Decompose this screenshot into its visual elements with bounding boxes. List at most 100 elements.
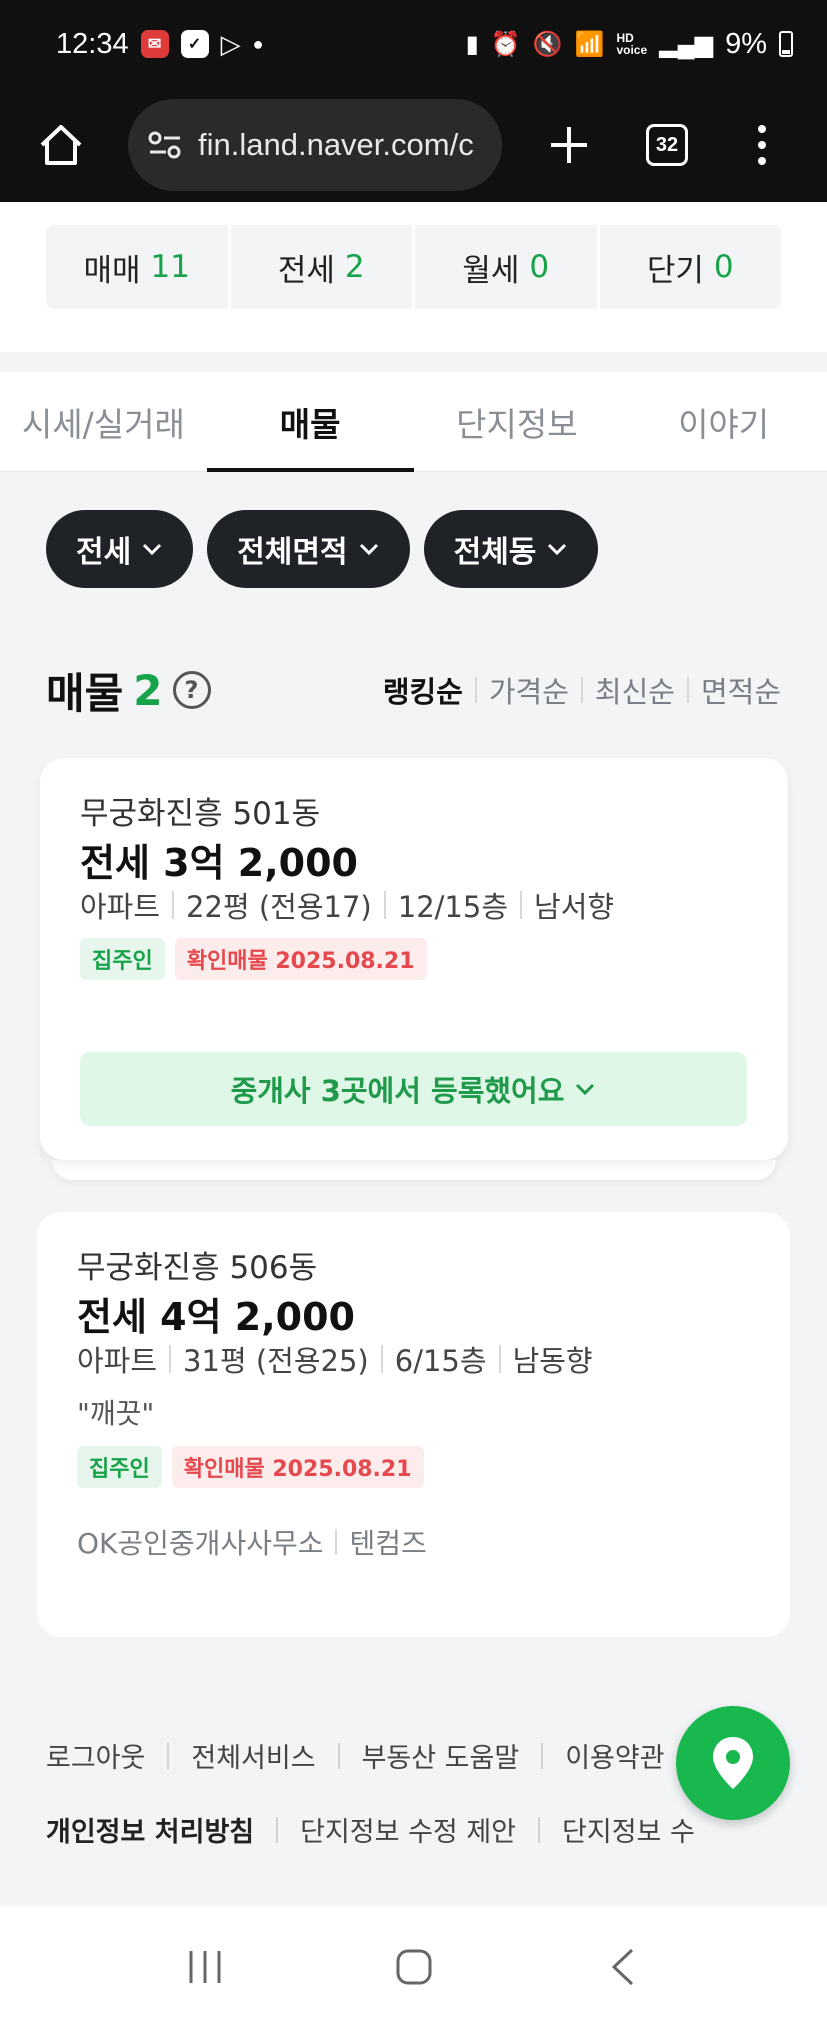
new-tab-button[interactable]: [540, 116, 598, 174]
agent-name: 텐컴즈: [349, 1527, 427, 1560]
tab-switcher-button[interactable]: 32: [646, 124, 688, 166]
deal-type-count-box: 매매 11 전세 2 월세 0 단기 0: [46, 225, 781, 309]
verified-badge: 확인매물 2025.08.21: [171, 1446, 424, 1488]
divider: [498, 1345, 501, 1373]
battery-percent: 9%: [725, 27, 767, 60]
signal-icon: ▂▄▆: [659, 30, 714, 58]
menu-dot: [758, 157, 766, 165]
divider: [167, 1742, 170, 1769]
count-value: 11: [150, 249, 190, 285]
count-value: 0: [529, 249, 550, 285]
filter-area[interactable]: 전체면적: [207, 510, 410, 588]
sort-area[interactable]: 면적순: [701, 669, 781, 711]
agents-button-label: 중개사 3곳에서 등록했어요: [230, 1074, 565, 1108]
sort-options: 랭킹순 가격순 최신순 면적순: [383, 669, 781, 711]
count-label: 월세: [462, 252, 520, 289]
footer-help[interactable]: 부동산 도움말: [362, 1736, 520, 1775]
footer-links-row2: 개인정보 처리방침 단지정보 수정 제안 단지정보 수: [46, 1810, 695, 1849]
listing-header: 매물 2 ? 랭킹순 가격순 최신순 면적순: [46, 660, 781, 720]
divider: [276, 1816, 279, 1843]
footer-complex-info[interactable]: 단지정보 수: [562, 1810, 695, 1849]
divider: [383, 891, 386, 919]
divider: [335, 1529, 338, 1555]
footer-suggest-edit[interactable]: 단지정보 수정 제안: [300, 1810, 516, 1849]
listing-count: 2: [133, 665, 163, 715]
listing-card[interactable]: 무궁화진흥 501동 전세 3억 2,000 아파트 22평 (전용17) 12…: [40, 758, 788, 1160]
agents-expand-button[interactable]: 중개사 3곳에서 등록했어요: [80, 1052, 747, 1126]
app-notification-icon: ✉: [140, 30, 169, 58]
browser-toolbar: fin.land.naver.com/c 32: [0, 88, 827, 202]
sort-ranking[interactable]: 랭킹순: [383, 669, 463, 711]
more-notifications-dot-icon: ●: [252, 33, 264, 54]
play-store-icon: ▷: [220, 28, 241, 59]
meta-floor: 6/15층: [394, 1344, 487, 1378]
tab-complex-info[interactable]: 단지정보: [414, 372, 621, 472]
count-label: 단기: [646, 252, 704, 289]
count-monthly-rent[interactable]: 월세 0: [415, 225, 600, 309]
map-location-button[interactable]: [676, 1706, 790, 1820]
count-value: 0: [713, 249, 734, 285]
divider: [580, 677, 583, 703]
footer-all-services[interactable]: 전체서비스: [191, 1736, 315, 1775]
home-icon: [40, 125, 82, 165]
listing-card[interactable]: 무궁화진흥 506동 전세 4억 2,000 아파트 31평 (전용25) 6/…: [37, 1212, 790, 1637]
listing-note: "깨끗": [77, 1397, 155, 1430]
divider: [474, 677, 477, 703]
recent-apps-button[interactable]: [175, 1937, 235, 1997]
agent-name: OK공인중개사사무소: [77, 1527, 324, 1560]
tab-stories[interactable]: 이야기: [620, 372, 827, 472]
filter-label: 전체면적: [237, 535, 348, 570]
plus-icon: [551, 127, 587, 163]
meta-type: 아파트: [80, 890, 161, 924]
divider: [172, 891, 175, 919]
url-text: fin.land.naver.com/c: [198, 127, 474, 162]
sort-price[interactable]: 가격순: [489, 669, 569, 711]
count-sale[interactable]: 매매 11: [46, 225, 231, 309]
footer-terms[interactable]: 이용약관: [565, 1736, 664, 1775]
address-bar[interactable]: fin.land.naver.com/c: [128, 99, 502, 191]
divider: [686, 677, 689, 703]
filter-chips: 전세 전체면적 전체동: [46, 510, 599, 588]
meta-area: 31평 (전용25): [183, 1344, 369, 1378]
count-label: 전세: [277, 252, 335, 289]
listing-title-text: 매물: [46, 668, 124, 718]
count-jeonse[interactable]: 전세 2: [231, 225, 415, 309]
count-value: 2: [344, 249, 365, 285]
listing-building: 무궁화진흥 506동: [77, 1250, 318, 1286]
count-label: 매매: [83, 252, 141, 289]
listing-building: 무궁화진흥 501동: [80, 796, 321, 832]
divider: [538, 1816, 541, 1843]
filter-label: 전세: [76, 535, 132, 570]
recent-apps-icon: [189, 1951, 220, 1983]
listing-tags: 집주인 확인매물 2025.08.21: [80, 938, 427, 980]
meta-floor: 12/15층: [397, 890, 509, 924]
browser-menu-button[interactable]: [750, 116, 774, 174]
divider: [380, 1345, 383, 1373]
home-nav-button[interactable]: [384, 1937, 444, 1997]
tab-listings[interactable]: 매물: [206, 372, 414, 472]
filter-building[interactable]: 전체동: [423, 510, 599, 588]
footer-privacy[interactable]: 개인정보 처리방침: [46, 1810, 254, 1849]
site-settings-icon: [148, 131, 181, 159]
filter-deal-type[interactable]: 전세: [46, 510, 194, 588]
help-icon[interactable]: ?: [172, 671, 211, 709]
tab-price-history[interactable]: 시세/실거래: [0, 372, 207, 472]
listing-price: 전세 3억 2,000: [80, 841, 358, 885]
owner-badge: 집주인: [80, 938, 165, 980]
listing-price: 전세 4억 2,000: [77, 1295, 355, 1339]
status-right: ▮ ⏰ 🔇 📶 HD voice ▂▄▆ 9%: [466, 28, 793, 61]
meta-direction: 남동향: [512, 1344, 593, 1378]
home-button[interactable]: [32, 116, 90, 174]
section-tabs: 시세/실거래 매물 단지정보 이야기: [0, 372, 827, 472]
system-navigation-bar: [0, 1912, 827, 2022]
battery-saver-icon: ▮: [465, 30, 479, 58]
footer-logout[interactable]: 로그아웃: [46, 1736, 145, 1775]
listing-meta: 아파트 31평 (전용25) 6/15층 남동향: [77, 1338, 593, 1380]
sort-latest[interactable]: 최신순: [595, 669, 675, 711]
checkbox-notification-icon: ✓: [180, 30, 209, 58]
count-short-term[interactable]: 단기 0: [600, 225, 782, 309]
back-button[interactable]: [593, 1937, 653, 1997]
battery-icon: [779, 31, 793, 57]
alarm-icon: ⏰: [490, 30, 521, 58]
divider: [541, 1742, 544, 1769]
